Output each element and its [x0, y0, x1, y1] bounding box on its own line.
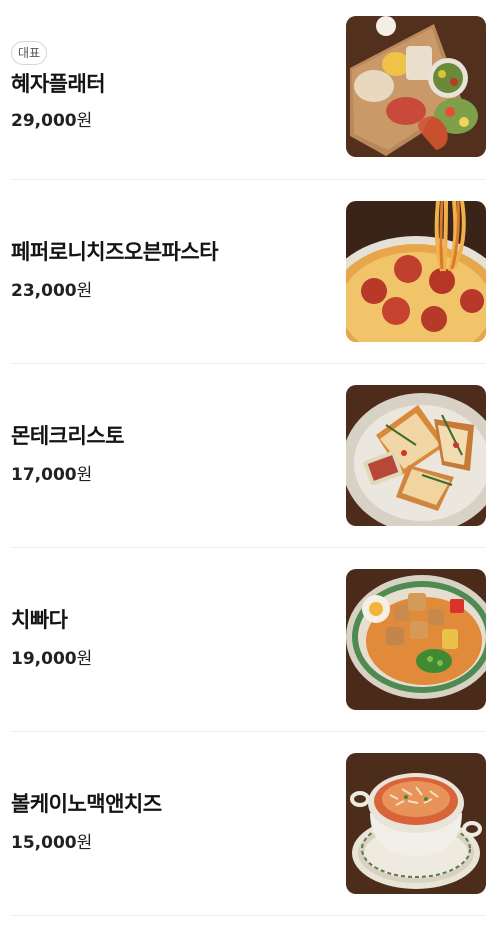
menu-item-price: 17,000원	[11, 465, 93, 485]
menu-item-name: 치빠다	[11, 608, 68, 632]
menu-item-name: 혜자플래터	[11, 72, 106, 96]
menu-list: 대표 혜자플래터 29,000원 페퍼로니치즈오븐파스타 23,000원 몬테크…	[0, 0, 498, 916]
menu-item-price: 19,000원	[11, 649, 93, 669]
chicken-dish-food-photo-icon[interactable]	[346, 569, 486, 710]
signature-badge: 대표	[11, 41, 48, 65]
menu-item[interactable]: 대표 혜자플래터 29,000원	[11, 0, 486, 180]
menu-item[interactable]: 페퍼로니치즈오븐파스타 23,000원	[11, 180, 486, 364]
mac-and-cheese-food-photo-icon[interactable]	[346, 753, 486, 894]
menu-item[interactable]: 치빠다 19,000원	[11, 548, 486, 732]
menu-item-price: 15,000원	[11, 833, 93, 853]
menu-item-name: 페퍼로니치즈오븐파스타	[11, 240, 219, 264]
menu-item[interactable]: 몬테크리스토 17,000원	[11, 364, 486, 548]
menu-item[interactable]: 볼케이노맥앤치즈 15,000원	[11, 732, 486, 916]
monte-cristo-food-photo-icon[interactable]	[346, 385, 486, 526]
menu-item-name: 몬테크리스토	[11, 424, 124, 448]
menu-item-name: 볼케이노맥앤치즈	[11, 792, 162, 816]
platter-food-photo-icon[interactable]	[346, 16, 486, 157]
oven-pasta-food-photo-icon[interactable]	[346, 201, 486, 342]
menu-item-price: 29,000원	[11, 111, 93, 131]
menu-item-price: 23,000원	[11, 281, 93, 301]
